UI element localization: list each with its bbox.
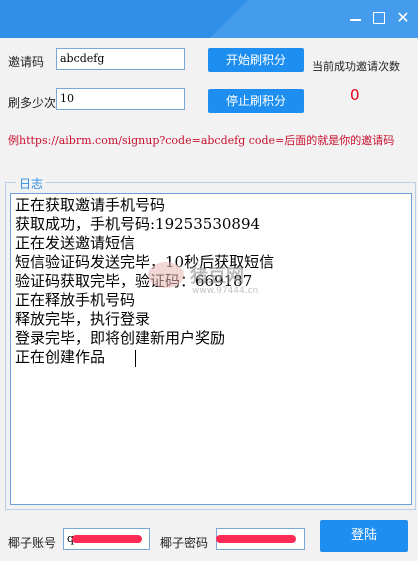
account-label: 椰子账号: [8, 536, 57, 550]
log-line: 释放完毕，执行登录: [15, 310, 151, 328]
stop-button[interactable]: 停止刷积分: [208, 89, 304, 113]
title-bar: ✕: [0, 0, 418, 38]
password-redaction: [216, 535, 296, 543]
invite-code-input[interactable]: abcdefg: [56, 48, 185, 70]
log-group: 日志 正在获取邀请手机号码 获取成功，手机号码:19253530894 正在发送…: [5, 175, 416, 510]
invite-code-label: 邀请码: [8, 55, 45, 69]
maximize-button[interactable]: [370, 9, 388, 27]
watermark-url: www.97444.cn: [192, 286, 259, 296]
log-textarea[interactable]: 正在获取邀请手机号码 获取成功，手机号码:19253530894 正在发送邀请短…: [10, 193, 412, 505]
log-line: 获取成功，手机号码:19253530894: [15, 215, 261, 233]
count-input[interactable]: 10: [56, 88, 185, 110]
text-caret: [135, 350, 136, 367]
account-redaction: [72, 535, 142, 543]
log-line: 正在创建作品: [15, 348, 106, 366]
success-count-label: 当前成功邀请次数: [312, 60, 400, 73]
log-line: 登录完毕，即将创建新用户奖励: [15, 329, 226, 347]
success-count-value: 0: [350, 86, 360, 104]
log-title: 日志: [16, 175, 47, 192]
login-button[interactable]: 登陆: [320, 520, 408, 552]
watermark-text: 猪豆网: [190, 266, 244, 287]
log-line: 正在发送邀请短信: [15, 234, 136, 252]
maximize-icon: [373, 12, 385, 24]
log-line: 正在释放手机号码: [15, 291, 136, 309]
example-hint: 例https://aibrm.com/signup?code=abcdefg c…: [8, 134, 395, 147]
start-button[interactable]: 开始刷积分: [208, 48, 304, 72]
minimize-button[interactable]: [347, 9, 365, 27]
password-label: 椰子密码: [160, 536, 209, 550]
close-button[interactable]: ✕: [394, 9, 412, 27]
minimize-icon: [350, 19, 361, 21]
watermark-logo-icon: [148, 262, 184, 288]
count-label: 刷多少次: [8, 96, 57, 110]
close-icon: ✕: [396, 8, 410, 27]
log-line: 正在获取邀请手机号码: [15, 196, 166, 214]
